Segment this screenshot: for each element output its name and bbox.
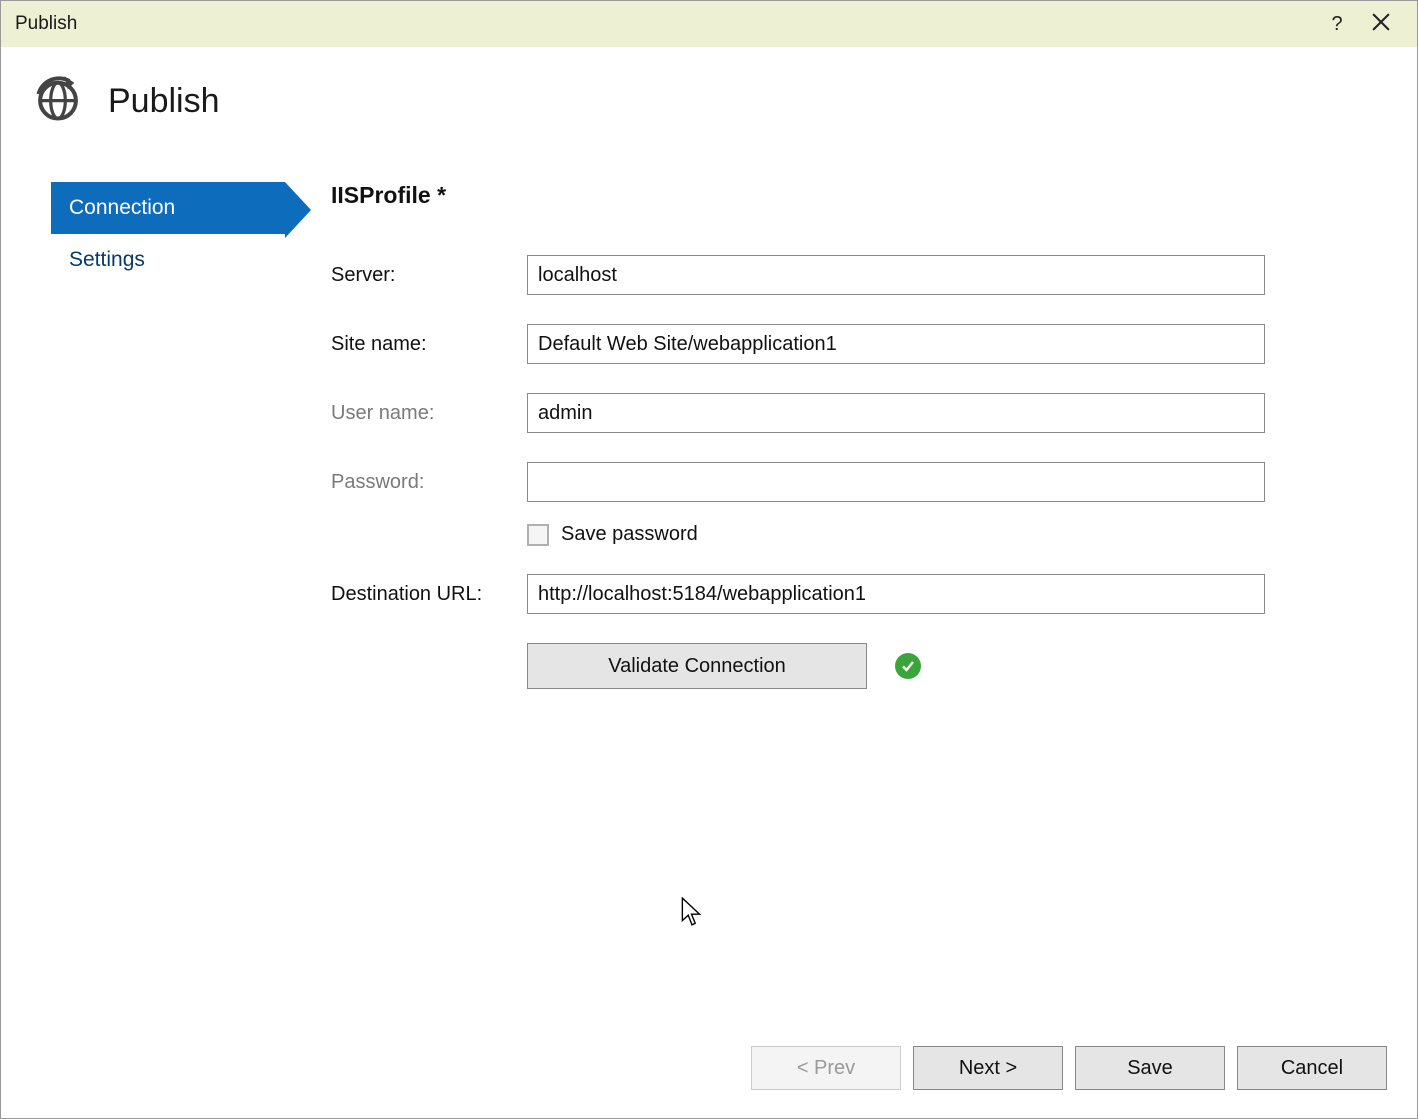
destination-url-input[interactable]: [527, 574, 1265, 614]
page-title: Publish: [108, 82, 220, 121]
user-name-row: User name:: [331, 393, 1387, 433]
site-name-input[interactable]: [527, 324, 1265, 364]
sidebar-item-label: Settings: [69, 248, 145, 271]
profile-name: IISProfile *: [331, 182, 1387, 209]
server-label: Server:: [331, 264, 527, 287]
destination-url-label: Destination URL:: [331, 583, 527, 606]
sidebar-item-connection[interactable]: Connection: [51, 182, 285, 234]
save-password-checkbox[interactable]: [527, 524, 549, 546]
save-password-label: Save password: [561, 523, 698, 546]
close-icon: [1372, 13, 1390, 31]
site-name-label: Site name:: [331, 333, 527, 356]
server-input[interactable]: [527, 255, 1265, 295]
validate-connection-button[interactable]: Validate Connection: [527, 643, 867, 689]
save-button[interactable]: Save: [1075, 1046, 1225, 1090]
user-name-input[interactable]: [527, 393, 1265, 433]
destination-url-row: Destination URL:: [331, 574, 1387, 614]
user-name-label: User name:: [331, 402, 527, 425]
wizard-sidebar: Connection Settings: [31, 170, 331, 689]
window-title: Publish: [15, 13, 1315, 35]
cancel-button[interactable]: Cancel: [1237, 1046, 1387, 1090]
sidebar-item-settings[interactable]: Settings: [51, 234, 285, 286]
next-button[interactable]: Next >: [913, 1046, 1063, 1090]
prev-button: < Prev: [751, 1046, 901, 1090]
help-button[interactable]: ?: [1315, 13, 1359, 36]
page-header: Publish: [32, 73, 1387, 130]
globe-publish-icon: [32, 73, 84, 130]
server-row: Server:: [331, 255, 1387, 295]
password-input[interactable]: [527, 462, 1265, 502]
dialog-footer: < Prev Next > Save Cancel: [751, 1046, 1387, 1090]
validation-success-icon: [895, 653, 921, 679]
mouse-cursor-icon: [681, 897, 703, 932]
titlebar: Publish ?: [1, 1, 1417, 47]
sidebar-item-label: Connection: [69, 196, 175, 219]
password-row: Password:: [331, 462, 1387, 502]
form-area: IISProfile * Server: Site name: User nam…: [331, 170, 1387, 689]
close-button[interactable]: [1359, 13, 1403, 36]
checkmark-icon: [900, 658, 916, 674]
password-label: Password:: [331, 471, 527, 494]
site-name-row: Site name:: [331, 324, 1387, 364]
dialog-content: Publish Connection Settings IISProfile *…: [1, 47, 1417, 1118]
validate-row: Validate Connection: [527, 643, 1387, 689]
save-password-row: Save password: [527, 523, 1387, 546]
